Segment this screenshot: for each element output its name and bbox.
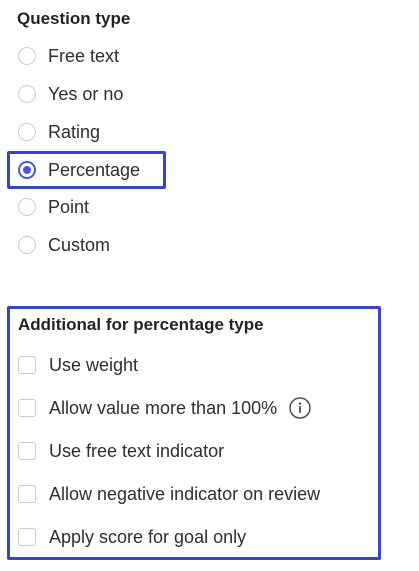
checkbox[interactable] (18, 528, 36, 546)
checkbox-label: Allow negative indicator on review (49, 483, 321, 504)
radio-button[interactable] (18, 85, 36, 103)
checkbox-option-apply-score-goal-only[interactable]: Apply score for goal only (18, 523, 246, 551)
checkbox-label: Use weight (49, 354, 139, 375)
checkbox-option-use-weight[interactable]: Use weight (18, 351, 138, 379)
checkbox-option-allow-negative-indicator[interactable]: Allow negative indicator on review (18, 480, 320, 508)
radio-label: Yes or no (48, 83, 124, 104)
radio-button[interactable] (18, 198, 36, 216)
question-type-heading: Question type (17, 9, 131, 28)
radio-option-custom[interactable]: Custom (18, 231, 110, 259)
additional-options-highlight-box (7, 306, 381, 560)
radio-option-yes-or-no[interactable]: Yes or no (18, 80, 123, 108)
radio-button[interactable] (18, 47, 36, 65)
checkbox-option-allow-value-over-100[interactable]: Allow value more than 100% (18, 394, 311, 422)
radio-label: Free text (48, 45, 120, 66)
checkbox[interactable] (18, 356, 36, 374)
radio-label: Point (48, 196, 90, 217)
additional-options-heading: Additional for percentage type (18, 315, 264, 334)
checkbox-label: Apply score for goal only (49, 526, 247, 547)
checkbox[interactable] (18, 442, 36, 460)
radio-option-rating[interactable]: Rating (18, 118, 100, 146)
radio-option-free-text[interactable]: Free text (18, 42, 119, 70)
checkbox[interactable] (18, 399, 36, 417)
info-icon[interactable] (289, 397, 311, 419)
radio-button[interactable] (18, 236, 36, 254)
percentage-highlight-box (7, 151, 166, 189)
checkbox[interactable] (18, 485, 36, 503)
checkbox-label: Allow value more than 100% (49, 397, 278, 418)
radio-button[interactable] (18, 123, 36, 141)
radio-option-point[interactable]: Point (18, 193, 89, 221)
radio-label: Rating (48, 121, 101, 142)
checkbox-label: Use free text indicator (49, 440, 225, 461)
radio-label: Custom (48, 234, 111, 255)
checkbox-option-use-free-text-indicator[interactable]: Use free text indicator (18, 437, 224, 465)
